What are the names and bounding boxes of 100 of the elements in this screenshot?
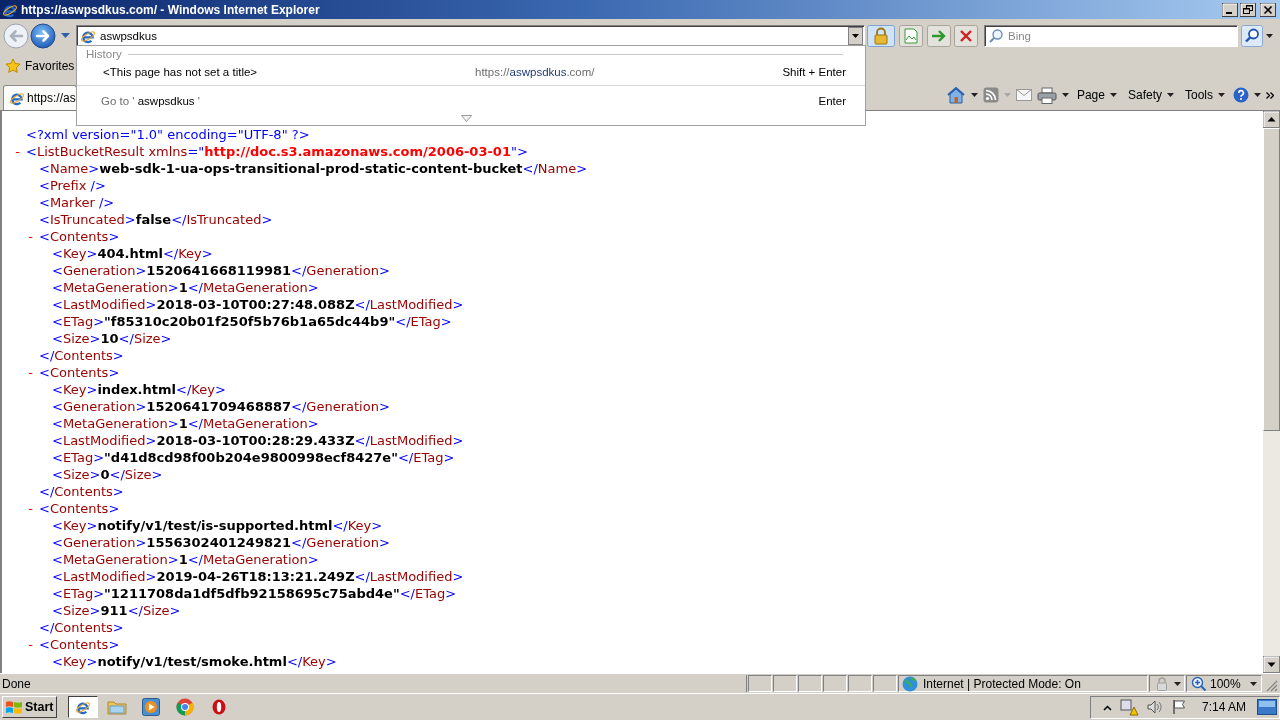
resize-grip-icon[interactable] bbox=[1265, 679, 1278, 692]
cross-icon[interactable] bbox=[954, 24, 978, 47]
down-arrow-icon[interactable] bbox=[1263, 656, 1280, 673]
start-button[interactable]: Start bbox=[2, 696, 58, 718]
xml-line: </Contents> bbox=[39, 347, 124, 364]
section-heading: History bbox=[86, 48, 122, 60]
xml-line: <Marker /> bbox=[39, 194, 115, 211]
menu-button[interactable]: Tools bbox=[1182, 85, 1228, 105]
caret-icon bbox=[1167, 93, 1174, 97]
status-text: Done bbox=[2, 676, 31, 691]
flag-icon[interactable] bbox=[1170, 699, 1187, 715]
xml-line: <Generation>1520641709468887</Generation> bbox=[52, 398, 390, 415]
play-icon bbox=[142, 698, 161, 716]
menu-button[interactable]: Page bbox=[1073, 85, 1120, 105]
xml-line: <Name>web-sdk-1-ua-ops-transitional-prod-static-content-bucket</Name> bbox=[39, 160, 588, 177]
scrollbar-thumb[interactable] bbox=[1263, 128, 1280, 431]
xml-line: <ETag>"f85310c20b01f250f5b76b1a65dc44b9"</ETag> bbox=[52, 313, 452, 330]
network-warning-icon[interactable] bbox=[1118, 698, 1139, 716]
caret-icon[interactable] bbox=[1061, 93, 1069, 97]
history-entry[interactable]: <This page has not set a title> bbox=[103, 66, 475, 78]
up-chevron-icon[interactable] bbox=[1102, 703, 1112, 711]
desktop-icon[interactable] bbox=[1257, 699, 1277, 715]
flag-logo-icon bbox=[5, 699, 23, 715]
zone-status: Internet | Protected Mode: On bbox=[923, 676, 1081, 691]
xml-line: <Contents> bbox=[39, 364, 120, 381]
zoom-icon bbox=[1191, 675, 1207, 692]
xml-line: <Size>911</Size> bbox=[52, 602, 181, 619]
segmented-circle-icon bbox=[176, 698, 195, 716]
xml-line: <MetaGeneration>1</MetaGeneration> bbox=[52, 551, 319, 568]
xml-line: <Contents> bbox=[39, 636, 120, 653]
up-arrow-icon[interactable] bbox=[1263, 111, 1280, 128]
xml-line: <Key>index.html</Key> bbox=[52, 381, 226, 398]
xml-line: <LastModified>2018-03-10T00:28:29.433Z</LastModified> bbox=[52, 432, 464, 449]
caret-icon bbox=[1218, 93, 1225, 97]
envelope-icon[interactable] bbox=[1015, 89, 1032, 101]
taskbar-button[interactable] bbox=[68, 696, 99, 718]
status-pane bbox=[773, 675, 797, 692]
torn-page-icon[interactable] bbox=[899, 24, 923, 47]
double-chevron-icon[interactable] bbox=[1266, 91, 1274, 99]
window-title: https://aswpsdkus.com/ - Windows Internet Explorer bbox=[21, 2, 320, 17]
xml-line: <Contents> bbox=[39, 228, 120, 245]
xml-line: <MetaGeneration>1</MetaGeneration> bbox=[52, 415, 319, 432]
status-pane bbox=[748, 675, 772, 692]
globe-icon bbox=[902, 675, 918, 692]
xml-line: </Contents> bbox=[39, 619, 124, 636]
printer-icon[interactable] bbox=[1036, 86, 1057, 104]
xml-line: <Key>notify/v1/test/is-supported.html</Key> bbox=[52, 517, 383, 534]
status-pane bbox=[823, 675, 847, 692]
go-to-entry[interactable]: Go to ' aswpsdkus ' bbox=[101, 95, 200, 107]
shortcut-hint: Shift + Enter bbox=[782, 66, 846, 78]
taskbar-clock[interactable]: 7:14 AM bbox=[1201, 700, 1246, 714]
xml-line: <Prefix /> bbox=[39, 177, 106, 194]
close-icon[interactable] bbox=[1260, 2, 1276, 17]
browser-logo-icon bbox=[75, 699, 92, 715]
home-icon[interactable] bbox=[945, 86, 966, 104]
shortcut-hint: Enter bbox=[818, 95, 846, 107]
favorites-button[interactable]: Favorites bbox=[3, 55, 77, 77]
caret-icon[interactable] bbox=[970, 93, 978, 97]
down-triangle-icon[interactable] bbox=[461, 115, 472, 122]
star-icon bbox=[5, 58, 21, 74]
browser-tab[interactable]: https://as bbox=[3, 85, 77, 110]
help-icon[interactable] bbox=[1233, 87, 1249, 103]
collapse-toggle[interactable]: - bbox=[28, 364, 33, 381]
menu-button[interactable]: Safety bbox=[1124, 85, 1177, 105]
xml-line: <Size>10</Size> bbox=[52, 330, 172, 347]
caret-icon[interactable] bbox=[1173, 681, 1181, 686]
restore-icon[interactable] bbox=[1240, 2, 1256, 17]
folder-icon bbox=[107, 698, 128, 716]
caret-icon[interactable] bbox=[1266, 33, 1273, 38]
xml-line: <Generation>1520641668119981</Generation> bbox=[52, 262, 390, 279]
xml-line: <Contents> bbox=[39, 500, 120, 517]
search-input[interactable]: Bing bbox=[1004, 26, 1237, 45]
xml-line: <ETag>"d41d8cd98f00b204e9800998ecf8427e"</ETag> bbox=[52, 449, 455, 466]
caret-icon bbox=[1109, 93, 1117, 97]
xml-line: <Size>0</Size> bbox=[52, 466, 163, 483]
status-pane bbox=[798, 675, 822, 692]
xml-line: <Key>notify/v1/test/smoke.html</Key> bbox=[52, 653, 337, 670]
browser-logo-icon bbox=[9, 90, 25, 106]
collapse-toggle[interactable]: - bbox=[28, 636, 33, 653]
search-box[interactable]: Bing bbox=[984, 24, 1238, 47]
xml-line: <ListBucketResult xmlns="http://doc.s3.amazonaws.com/2006-03-01"> bbox=[26, 143, 528, 160]
status-pane bbox=[848, 675, 872, 692]
speaker-icon[interactable] bbox=[1145, 699, 1164, 715]
search-icon[interactable] bbox=[1241, 24, 1263, 47]
xml-line: <Generation>1556302401249821</Generation> bbox=[52, 534, 390, 551]
xml-line: <MetaGeneration>1</MetaGeneration> bbox=[52, 279, 319, 296]
url-text: https://aswpsdkus.com/ bbox=[475, 66, 595, 78]
caret-icon bbox=[1249, 681, 1257, 686]
address-input[interactable]: aswpsdkus bbox=[96, 26, 848, 45]
collapse-toggle[interactable]: - bbox=[28, 228, 33, 245]
xml-line: <IsTruncated>false</IsTruncated> bbox=[39, 211, 273, 228]
caret-icon[interactable] bbox=[1254, 93, 1261, 97]
xml-line: <LastModified>2019-04-26T18:13:21.249Z</LastModified> bbox=[52, 568, 464, 585]
address-bar[interactable]: aswpsdkus bbox=[76, 24, 865, 47]
collapse-toggle[interactable]: - bbox=[28, 500, 33, 517]
minimize-icon[interactable] bbox=[1222, 2, 1238, 17]
xml-line: <LastModified>2018-03-10T00:27:48.088Z</LastModified> bbox=[52, 296, 464, 313]
collapse-toggle[interactable]: - bbox=[15, 143, 20, 160]
xml-line: <ETag>"1211708da1df5dfb92158695c75abd4e"</ETag> bbox=[52, 585, 457, 602]
xml-line: <Key>404.html</Key> bbox=[52, 245, 213, 262]
